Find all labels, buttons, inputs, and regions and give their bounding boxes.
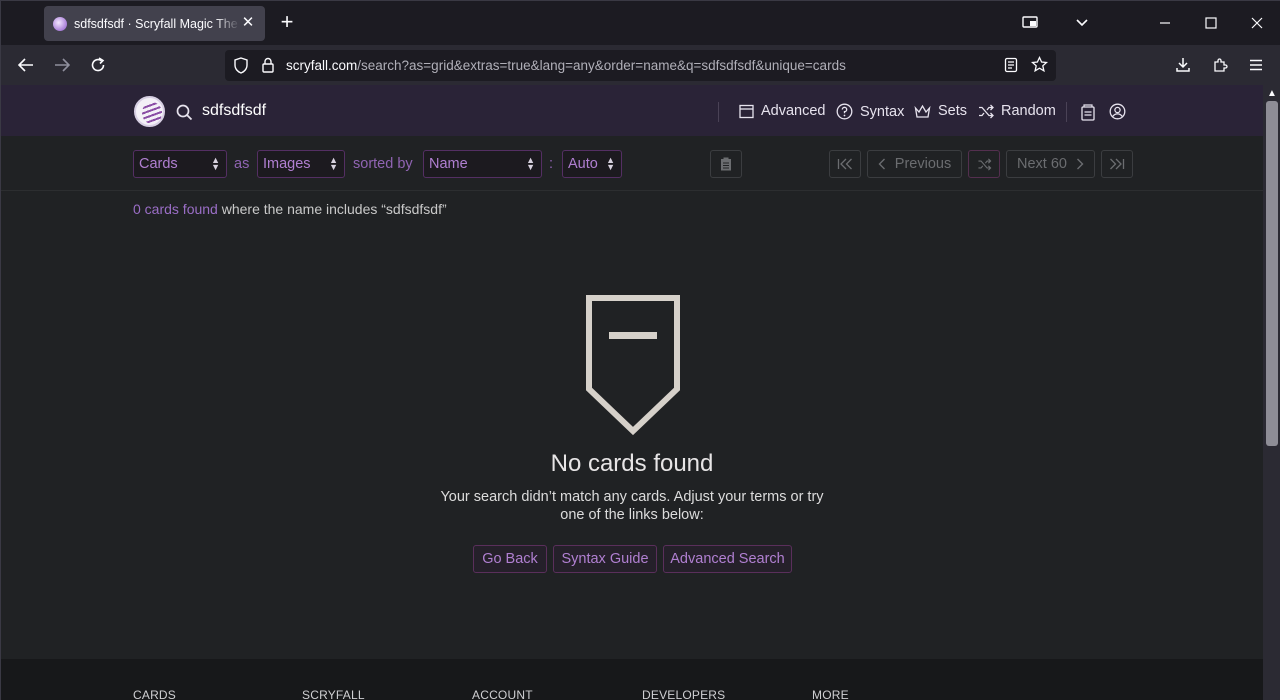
footer-heading-cards: CARDS [133, 688, 177, 700]
menu-hamburger-icon[interactable] [1244, 53, 1268, 77]
search-icon [176, 104, 193, 126]
maximize-icon[interactable] [1199, 11, 1223, 35]
select-chevron-icon: ▲ ▼ [606, 155, 615, 172]
forward-icon[interactable] [50, 53, 74, 77]
nav-random-label: Random [1001, 103, 1056, 119]
select-chevron-icon: ▲ ▼ [211, 155, 220, 172]
results-count: 0 cards found [133, 201, 218, 217]
nav-sets[interactable]: Sets [914, 103, 967, 119]
footer-heading-account: ACCOUNT [472, 688, 533, 700]
double-chevron-left-icon [837, 158, 852, 170]
tracking-protection-icon[interactable] [233, 57, 249, 79]
empty-bookmark-icon [586, 295, 682, 442]
display-select[interactable]: Cards ▲ ▼ [133, 150, 227, 178]
address-bar[interactable]: scryfall.com/search?as=grid&extras=true&… [225, 50, 1056, 81]
extensions-icon[interactable] [1208, 53, 1232, 77]
nav-advanced[interactable]: Advanced [739, 103, 826, 119]
help-circle-icon [836, 103, 853, 120]
url-text[interactable]: scryfall.com/search?as=grid&extras=true&… [286, 58, 846, 73]
chevron-right-icon [1076, 158, 1084, 170]
picture-in-picture-icon[interactable] [1018, 11, 1042, 35]
account-icon[interactable] [1109, 103, 1126, 125]
back-icon[interactable] [14, 53, 38, 77]
scryfall-logo[interactable] [134, 96, 165, 127]
nav-syntax-label: Syntax [860, 103, 905, 120]
new-tab-icon[interactable]: + [277, 11, 297, 33]
search-controls: Cards ▲ ▼ as Images ▲ ▼ sorted by Name ▲ ▼ … [1, 136, 1263, 191]
no-results-title: No cards found [550, 450, 714, 477]
bookmark-star-icon[interactable] [1030, 55, 1049, 78]
syntax-guide-button[interactable]: Syntax Guide [553, 545, 657, 573]
last-page-button[interactable] [1101, 150, 1133, 178]
shuffle-icon [977, 157, 991, 171]
random-page-button[interactable] [968, 150, 1000, 178]
header-divider [718, 102, 719, 122]
advanced-search-button[interactable]: Advanced Search [663, 545, 792, 573]
direction-select-value: Auto [568, 156, 598, 172]
lock-icon[interactable] [261, 57, 275, 78]
checklist-button[interactable] [710, 150, 742, 178]
double-chevron-right-icon [1110, 158, 1125, 170]
order-select-value: Name [429, 156, 468, 172]
scryfall-favicon-icon [53, 16, 67, 31]
clipboard-icon [721, 157, 731, 171]
as-label: as [234, 156, 250, 172]
search-input[interactable]: sdfsdfsdf [202, 102, 266, 120]
reader-view-icon[interactable] [1004, 57, 1018, 78]
colon-label: : [549, 156, 554, 172]
select-chevron-icon: ▲ ▼ [329, 155, 338, 172]
list-all-tabs-icon[interactable] [1070, 11, 1094, 35]
site-header: sdfsdfsdf Advanced Syntax Sets Random [1, 85, 1263, 136]
no-results-message: Your search didn’t match any cards. Adju… [440, 489, 824, 523]
select-chevron-icon: ▲ ▼ [526, 155, 535, 172]
display-select-value: Cards [139, 156, 178, 172]
chevron-left-icon [878, 158, 885, 170]
navigation-toolbar: scryfall.com/search?as=grid&extras=true&… [1, 45, 1280, 85]
scroll-up-icon[interactable]: ▲ [1267, 88, 1277, 99]
results-summary: 0 cards found where the name includes “s… [133, 201, 447, 217]
first-page-button[interactable] [829, 150, 861, 178]
footer-heading-more: MORE [812, 688, 849, 700]
nav-advanced-label: Advanced [761, 103, 826, 119]
site-footer: CARDS SCRYFALL ACCOUNT DEVELOPERS MORE [1, 659, 1263, 700]
footer-heading-scryfall: SCRYFALL [302, 688, 365, 700]
mode-select[interactable]: Images ▲ ▼ [257, 150, 345, 178]
previous-page-button[interactable]: Previous [867, 150, 962, 178]
go-back-button[interactable]: Go Back [473, 545, 547, 573]
reload-icon[interactable] [86, 53, 110, 77]
tab-strip: sdfsdfsdf · Scryfall Magic The Gathering… [1, 1, 1280, 45]
header-divider [1066, 102, 1067, 122]
mode-select-value: Images [263, 156, 311, 172]
advanced-icon [739, 104, 754, 118]
close-window-icon[interactable] [1245, 11, 1269, 35]
minimize-icon[interactable] [1153, 11, 1177, 35]
url-domain: scryfall.com [286, 58, 358, 73]
tab-active[interactable]: sdfsdfsdf · Scryfall Magic The Gathering… [44, 6, 265, 41]
footer-heading-developers: DEVELOPERS [642, 688, 726, 700]
shuffle-icon [979, 104, 994, 118]
nav-sets-label: Sets [938, 103, 968, 119]
results-criteria: where the name includes “sdfsdfsdf” [217, 201, 447, 217]
sorted-by-label: sorted by [353, 156, 413, 172]
deck-icon[interactable] [1080, 104, 1096, 126]
url-path: /search?as=grid&extras=true&lang=any&ord… [357, 58, 846, 73]
page-scrollbar[interactable]: ▲ [1263, 85, 1280, 700]
next-page-button[interactable]: Next 60 [1006, 150, 1095, 178]
downloads-icon[interactable] [1171, 53, 1195, 77]
crown-icon [914, 104, 931, 118]
browser-window: sdfsdfsdf · Scryfall Magic The Gathering… [0, 0, 1280, 700]
nav-random[interactable]: Random [978, 103, 1056, 119]
order-select[interactable]: Name ▲ ▼ [423, 150, 542, 178]
direction-select[interactable]: Auto ▲ ▼ [562, 150, 622, 178]
nav-syntax[interactable]: Syntax [836, 103, 904, 120]
close-tab-icon[interactable]: ✕ [239, 14, 257, 32]
scrollbar-thumb[interactable] [1266, 101, 1278, 446]
tab-title: sdfsdfsdf · Scryfall Magic The Gathering… [74, 16, 240, 31]
page-content: sdfsdfsdf Advanced Syntax Sets Random Ca… [1, 85, 1263, 700]
next-label: Next 60 [1017, 156, 1067, 172]
previous-label: Previous [894, 156, 952, 172]
